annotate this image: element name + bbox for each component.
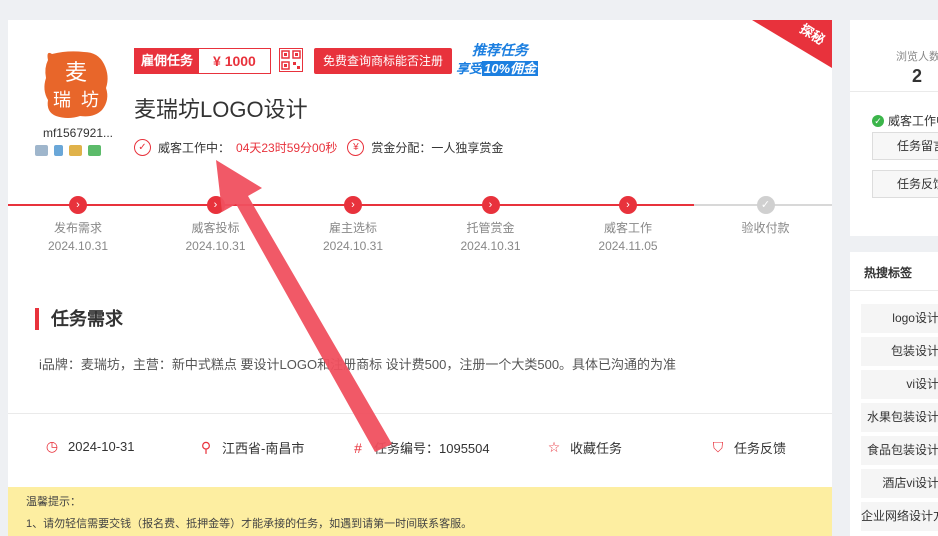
tips-box: 温馨提示： 1、请勿轻信需要交钱（报名费、抵押金等）才能承接的任务，如遇到请第一…	[8, 487, 832, 536]
verify-icons	[35, 145, 101, 156]
id-card-icon	[35, 145, 48, 156]
clock-icon: ◷	[45, 438, 59, 454]
meta-location-text: 江西省-南昌市	[222, 441, 305, 456]
corner-ribbon[interactable]: 探秘	[752, 20, 832, 70]
hash-icon: #	[354, 439, 362, 456]
email-icon	[69, 145, 82, 156]
step-date: 2024.11.05	[598, 239, 658, 253]
promo-line2-highlight: 10%佣金	[482, 61, 539, 76]
meta-date: ◷ 2024-10-31	[44, 438, 135, 455]
meta-task-no-text: 任务编号：1095504	[374, 441, 490, 456]
step-name: 托管赏金	[466, 221, 515, 235]
progress-step: › 雇主选标 2024.10.31	[293, 196, 413, 253]
location-pin-icon: ⚲	[200, 439, 212, 455]
task-amount: ¥ 1000	[213, 53, 256, 69]
yen-icon: ¥	[347, 139, 365, 156]
requirement-text: i品牌：麦瑞坊，主营：新中式糕点 要设计LOGO和注册商标 设计费500，注册一…	[39, 357, 677, 372]
promo-line1: 推荐任务	[472, 42, 528, 58]
chevron-right-icon: ›	[481, 196, 500, 214]
favorite-task-button[interactable]: ☆ 收藏任务	[546, 438, 622, 457]
meta-task-no: # 任务编号：1095504	[350, 438, 490, 457]
step-name: 雇主选标	[328, 221, 377, 235]
task-type-tag: 雇佣任务 ¥ 1000	[134, 48, 271, 74]
hot-tag[interactable]: 包装设计	[861, 337, 938, 366]
svg-text:麦: 麦	[65, 61, 87, 86]
views-label: 浏览人数	[896, 51, 938, 63]
hot-tag[interactable]: 企业网络设计方案	[861, 502, 938, 531]
shop-logo[interactable]: 麦 瑞 坊	[38, 46, 114, 122]
task-detail-card: 探秘 麦 瑞 坊 mf1567921... 雇佣任务 ¥ 1000 免费查询商标…	[8, 20, 832, 536]
tips-title: 温馨提示：	[26, 496, 81, 508]
step-date: 2024.10.31	[185, 239, 246, 253]
phone-icon	[54, 145, 63, 156]
shop-username[interactable]: mf1567921...	[28, 126, 128, 140]
step-date: 2024.10.31	[322, 239, 384, 253]
task-message-button[interactable]: 任务留言	[872, 132, 938, 160]
meta-location: ⚲ 江西省-南昌市	[198, 438, 304, 457]
views-count: 2	[912, 66, 923, 86]
step-date: 2024.10.31	[460, 239, 521, 253]
progress-step: › 托管赏金 2024.10.31	[431, 196, 551, 253]
task-type-label: 雇佣任务	[135, 49, 200, 73]
tips-line1: 1、请勿轻信需要交钱（报名费、抵押金等）才能承接的任务，如遇到请第一时间联系客服…	[26, 518, 473, 530]
meta-row: ◷ 2024-10-31 ⚲ 江西省-南昌市 # 任务编号：1095504 ☆ …	[8, 430, 832, 466]
progress-step: ✓ 验收付款	[706, 196, 826, 239]
step-name: 发布需求	[53, 221, 102, 235]
task-title: 麦瑞坊LOGO设计	[134, 97, 308, 122]
promo-banner[interactable]: 推荐任务 享受 10%佣金	[454, 40, 568, 76]
check-icon: ✓	[756, 196, 775, 214]
stats-card: 浏览人数 2 ✓ 威客工作中 任务留言 任务反馈	[850, 20, 938, 236]
hot-tag[interactable]: 食品包装设计	[861, 436, 938, 465]
task-feedback-label: 任务反馈	[734, 441, 787, 456]
step-date: 2024.10.31	[47, 239, 109, 253]
status-row: ✓ 威客工作中： 04天23时59分00秒 ¥ 赏金分配：一人独享赏金	[134, 139, 503, 156]
hot-tags-card: 热搜标签 logo设计 包装设计 vi设计水果包装设计 食品包装设计 酒店vi设计 企业网…	[850, 252, 938, 536]
step-name: 验收付款	[741, 221, 790, 235]
reward-distribution: 赏金分配：一人独享赏金	[371, 141, 504, 155]
shield-icon: ⛉	[712, 439, 724, 455]
chevron-right-icon: ›	[619, 196, 637, 214]
step-name: 威客投标	[191, 221, 240, 235]
task-feedback-button[interactable]: ⛉ 任务反馈	[710, 438, 786, 457]
hot-tag[interactable]: logo设计	[861, 304, 938, 333]
check-circle-icon: ✓	[872, 114, 884, 127]
star-icon: ☆	[547, 439, 561, 455]
progress-steps: › 发布需求 2024.10.31 › 威客投标 2024.10.31 › 雇主选标 2024.…	[8, 196, 832, 256]
favorite-task-label: 收藏任务	[570, 441, 623, 456]
free-trademark-check-button[interactable]: 免费查询商标能否注册	[314, 48, 453, 74]
hot-tag[interactable]: 水果包装设计	[861, 403, 938, 432]
hot-tags-title: 热搜标签	[864, 266, 913, 280]
promo-line2-prefix: 享受	[456, 61, 483, 76]
hot-tag[interactable]: 酒店vi设计	[861, 469, 938, 498]
clock-check-icon: ✓	[134, 139, 151, 156]
work-status-text: 威客工作中	[888, 114, 938, 128]
divider	[8, 413, 832, 414]
status-label: 威客工作中：	[158, 141, 231, 155]
progress-step: › 威客工作 2024.11.05	[568, 196, 688, 253]
chevron-right-icon: ›	[206, 196, 225, 214]
chevron-right-icon: ›	[69, 196, 87, 214]
step-name: 威客工作	[603, 221, 652, 235]
work-status: ✓ 威客工作中	[872, 112, 938, 129]
svg-text:坊: 坊	[81, 90, 99, 111]
progress-step: › 威客投标 2024.10.31	[156, 196, 276, 253]
status-countdown: 04天23时59分00秒	[236, 141, 338, 155]
side-task-feedback-button[interactable]: 任务反馈	[872, 170, 938, 198]
meta-date-text: 2024-10-31	[68, 439, 135, 454]
hot-tag[interactable]: vi设计	[861, 370, 938, 399]
chevron-right-icon: ›	[344, 196, 362, 214]
qr-code-icon[interactable]	[279, 48, 303, 72]
progress-step: › 发布需求 2024.10.31	[18, 196, 138, 253]
svg-text:瑞: 瑞	[53, 90, 71, 111]
bank-card-icon	[88, 145, 101, 156]
requirement-heading: 任务需求	[35, 308, 123, 330]
